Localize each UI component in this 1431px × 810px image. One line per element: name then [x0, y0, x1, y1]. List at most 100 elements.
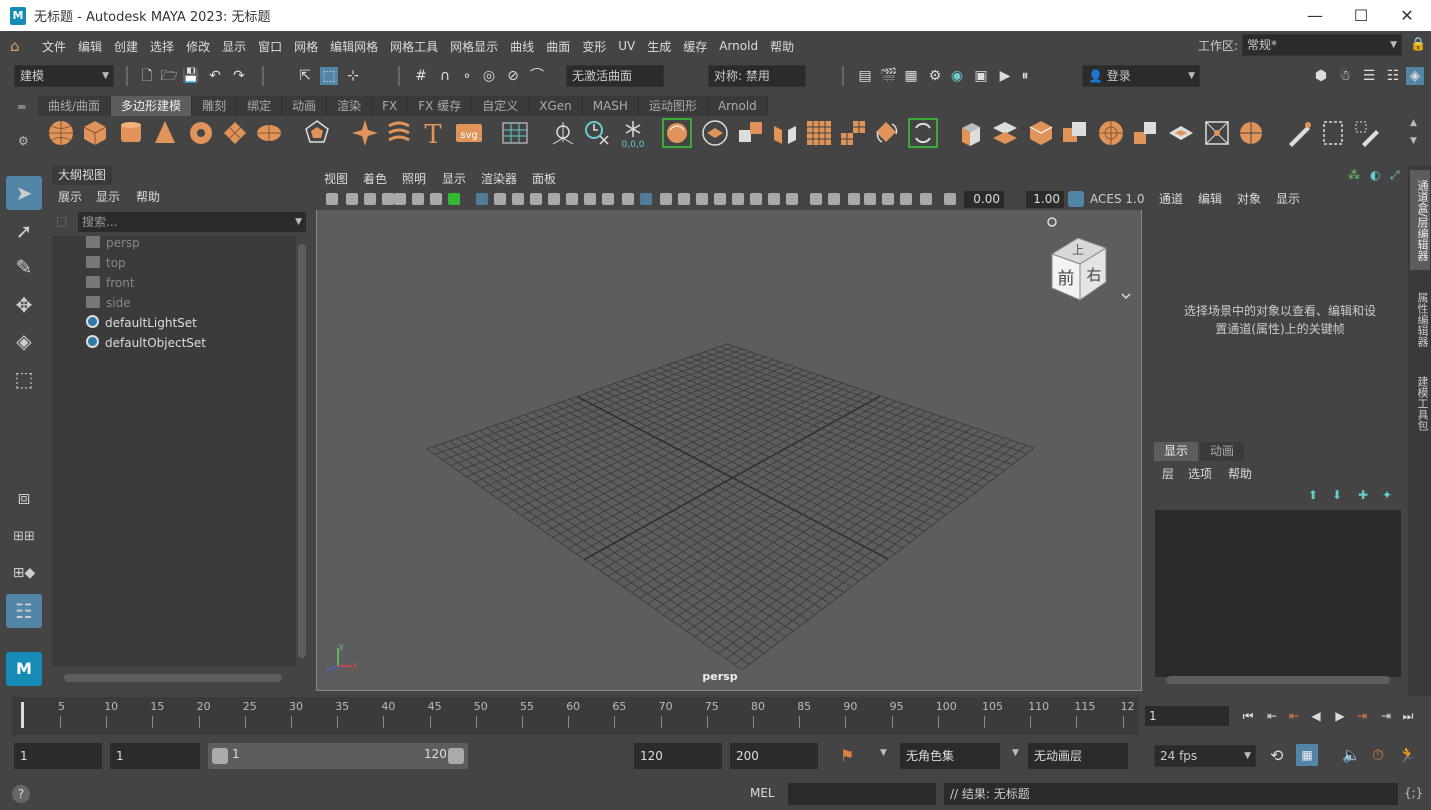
viewport-tool-icon[interactable]: [848, 193, 860, 205]
viewport-tool-icon[interactable]: [660, 193, 672, 205]
go-to-start-icon[interactable]: ⏮: [1238, 706, 1258, 726]
viewport-tool-icon[interactable]: [828, 193, 840, 205]
menu-uv[interactable]: UV: [612, 39, 641, 53]
viewport-tool-icon[interactable]: [364, 193, 376, 205]
script-editor-icon[interactable]: {;}: [1404, 786, 1423, 800]
outliner-vertical-scrollbar[interactable]: [298, 244, 306, 658]
poly-plane-icon[interactable]: [220, 118, 250, 148]
ipr-render-icon[interactable]: ▦: [902, 67, 920, 85]
attribute-editor-icon[interactable]: ☰: [1360, 67, 1378, 85]
command-input[interactable]: [788, 783, 936, 805]
shelf-scroll-up-icon[interactable]: ▲: [1410, 118, 1417, 128]
help-icon[interactable]: ?: [12, 785, 30, 803]
symmetry-field[interactable]: 对称: 禁用: [708, 65, 806, 87]
outliner-layout-icon[interactable]: ☷: [6, 594, 42, 628]
channel-menu-show[interactable]: 显示: [1276, 190, 1300, 207]
viewport-tool-icon[interactable]: [786, 193, 798, 205]
hypershade-icon[interactable]: ◉: [948, 67, 966, 85]
circularize-icon[interactable]: [1096, 118, 1126, 148]
viewport-tool-icon[interactable]: [494, 193, 506, 205]
poly-cylinder-icon[interactable]: [116, 118, 146, 148]
shelf-menu-icon[interactable]: ═: [18, 100, 25, 114]
viewport-tool-icon[interactable]: [394, 193, 406, 205]
channel-box-icon[interactable]: ◈: [1406, 67, 1424, 85]
viewport-menu-show[interactable]: 显示: [442, 170, 466, 187]
viewport-tool-icon[interactable]: [476, 193, 488, 205]
platonic-solid-icon[interactable]: [302, 118, 332, 148]
tab-rendering[interactable]: 渲染: [327, 96, 373, 116]
arnold-ipr-icon[interactable]: ▶: [996, 67, 1014, 85]
list-item[interactable]: front: [86, 273, 135, 293]
target-weld-icon[interactable]: [1202, 118, 1232, 148]
new-layer-selected-icon[interactable]: ✦: [1382, 488, 1392, 502]
menu-generate[interactable]: 生成: [641, 38, 677, 55]
layer-horizontal-scrollbar[interactable]: [1166, 676, 1390, 684]
list-item[interactable]: defaultLightSet: [86, 313, 197, 333]
open-scene-icon[interactable]: 🗁: [160, 67, 178, 85]
poly-cube-icon[interactable]: [80, 118, 110, 148]
move-layer-down-icon[interactable]: ⬇: [1332, 488, 1342, 502]
new-layer-icon[interactable]: ✚: [1358, 488, 1368, 502]
lock-icon[interactable]: 🔒: [1410, 37, 1426, 53]
tab-custom[interactable]: 自定义: [472, 96, 530, 116]
tab-motion-graphics[interactable]: 运动图形: [638, 96, 708, 116]
live-surface-field[interactable]: 无激活曲面: [566, 65, 664, 87]
viewport-tool-icon[interactable]: [882, 193, 894, 205]
anim-layer-select[interactable]: 无动画层: [1028, 743, 1128, 769]
paint-select-tool-icon[interactable]: ✎: [6, 250, 42, 284]
step-back-key-icon[interactable]: ⇤: [1284, 706, 1304, 726]
playback-start-field[interactable]: 1: [110, 743, 200, 769]
tab-fx-caching[interactable]: FX 缓存: [408, 96, 473, 116]
viewport-tool-icon[interactable]: [602, 193, 614, 205]
tab-curves-surfaces[interactable]: 曲线/曲面: [38, 96, 112, 116]
sculpt-brush-icon[interactable]: [1284, 118, 1314, 148]
menu-curves[interactable]: 曲线: [504, 38, 540, 55]
start-time-field[interactable]: 1: [14, 743, 102, 769]
viewport-tool-icon[interactable]: [714, 193, 726, 205]
cache-playback-icon[interactable]: ▦: [1296, 744, 1318, 766]
render-view-icon[interactable]: ▤: [856, 67, 874, 85]
viewport-menu-renderer[interactable]: 渲染器: [481, 170, 517, 187]
workspace-select[interactable]: 常规* ▼: [1242, 34, 1402, 56]
chevron-down-icon[interactable]: ▼: [880, 748, 887, 758]
tab-xgen[interactable]: XGen: [529, 96, 583, 116]
color-management-icon[interactable]: [1068, 191, 1084, 207]
smooth-icon[interactable]: [804, 118, 834, 148]
menu-surfaces[interactable]: 曲面: [540, 38, 576, 55]
svg-icon[interactable]: svg: [454, 118, 484, 148]
viewport-menu-view[interactable]: 视图: [324, 170, 348, 187]
tab-anim-layers[interactable]: 动画: [1200, 442, 1245, 461]
bool-icon[interactable]: [1060, 118, 1090, 148]
viewport-tool-icon[interactable]: [448, 193, 460, 205]
viewcube-menu-icon[interactable]: [1121, 293, 1131, 300]
channel-menu-edit[interactable]: 编辑: [1198, 190, 1222, 207]
step-back-frame-icon[interactable]: ⇤: [1262, 706, 1282, 726]
viewport-tool-icon[interactable]: [864, 193, 876, 205]
channel-menu-channels[interactable]: 通道: [1159, 190, 1183, 207]
gamma-field[interactable]: 1.00: [1026, 191, 1064, 208]
step-forward-key-icon[interactable]: ⇥: [1352, 706, 1372, 726]
shelf-settings-icon[interactable]: ⚙: [18, 134, 29, 148]
viewport-menu-lighting[interactable]: 照明: [402, 170, 426, 187]
range-end-handle[interactable]: [448, 748, 464, 764]
select-hierarchy-icon[interactable]: ⇱: [296, 67, 314, 85]
character-menu-icon[interactable]: 🏃: [1398, 746, 1417, 764]
render-settings-icon[interactable]: ⚙: [926, 67, 944, 85]
mirror-icon[interactable]: [770, 118, 800, 148]
select-component-icon[interactable]: ⊹: [344, 67, 362, 85]
outliner-menu-show[interactable]: 显示: [96, 188, 120, 205]
separate-icon[interactable]: [736, 118, 766, 148]
layer-menu-help[interactable]: 帮助: [1228, 465, 1252, 482]
play-forwards-icon[interactable]: ▶: [1330, 706, 1350, 726]
tool-settings-icon[interactable]: ☷: [1384, 67, 1402, 85]
delete-history-icon[interactable]: [582, 118, 612, 148]
viewport-tool-icon[interactable]: [696, 193, 708, 205]
poly-disc-icon[interactable]: [254, 118, 284, 148]
outliner-tab[interactable]: 大纲视图: [52, 166, 113, 185]
outliner-horizontal-scrollbar[interactable]: [64, 674, 282, 682]
viewport-tool-icon[interactable]: [566, 193, 578, 205]
menu-modify[interactable]: 修改: [180, 38, 216, 55]
menu-display[interactable]: 显示: [216, 38, 252, 55]
rotate-tool-icon[interactable]: ◈: [6, 324, 42, 358]
auto-key-icon[interactable]: ⚑: [840, 746, 854, 765]
